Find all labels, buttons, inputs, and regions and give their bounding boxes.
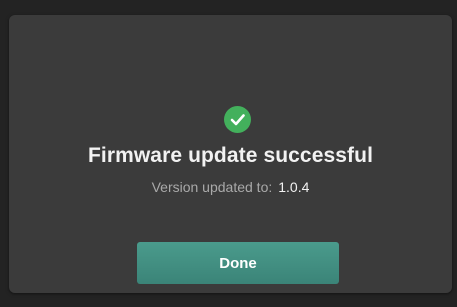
version-info: Version updated to: 1.0.4 <box>9 179 452 195</box>
version-label: Version updated to: <box>151 179 273 195</box>
check-circle-icon <box>224 106 251 133</box>
screen: Firmware update successful Version updat… <box>0 0 457 307</box>
dialog-title: Firmware update successful <box>87 144 374 167</box>
version-value: 1.0.4 <box>278 179 310 195</box>
update-success-dialog: Firmware update successful Version updat… <box>9 15 452 293</box>
done-button[interactable]: Done <box>137 242 339 284</box>
